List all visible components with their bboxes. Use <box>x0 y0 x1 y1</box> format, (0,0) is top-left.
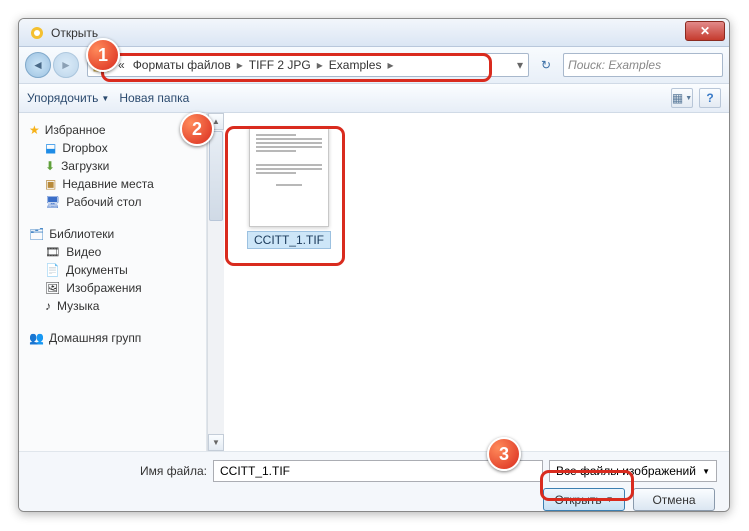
chevron-down-icon: ▼ <box>101 94 109 103</box>
sidebar-favorites[interactable]: ★ Избранное <box>23 121 202 139</box>
sidebar: ★ Избранное ⬓ Dropbox ⬇ Загрузки ▣ Недав… <box>19 113 207 451</box>
document-icon: 📄 <box>45 263 60 277</box>
sidebar-item-documents[interactable]: 📄 Документы <box>23 261 202 279</box>
address-bar[interactable]: « Форматы файлов ▸ TIFF 2 JPG ▸ Examples… <box>87 53 529 77</box>
sidebar-item-music[interactable]: ♪ Музыка <box>23 297 202 315</box>
desktop-icon: 🖥 <box>45 195 60 209</box>
close-icon: ✕ <box>700 24 710 38</box>
titlebar: Открыть ✕ <box>19 19 729 47</box>
toolbar: Упорядочить ▼ Новая папка ▦ ▼ ? <box>19 83 729 113</box>
music-icon: ♪ <box>45 299 51 313</box>
refresh-icon: ↻ <box>541 58 551 72</box>
pictures-icon: 🖼 <box>45 281 60 295</box>
organize-button[interactable]: Упорядочить ▼ <box>27 91 109 105</box>
thumbnails-icon: ▦ <box>672 91 683 105</box>
file-item[interactable]: CCITT_1.TIF <box>234 123 344 253</box>
file-name: CCITT_1.TIF <box>247 231 331 249</box>
search-placeholder: Поиск: Examples <box>568 58 661 72</box>
recent-icon: ▣ <box>45 177 56 191</box>
chevron-down-icon: ▼ <box>606 495 614 504</box>
sidebar-item-desktop[interactable]: 🖥 Рабочий стол <box>23 193 202 211</box>
annotation-badge-2: 2 <box>180 112 214 146</box>
chevron-right-icon: ▸ <box>315 58 325 72</box>
bottom-panel: Имя файла: CCITT_1.TIF Все файлы изображ… <box>19 451 729 511</box>
chevron-down-icon: ▼ <box>702 467 710 476</box>
chevron-down-icon: ▼ <box>685 95 692 102</box>
sidebar-scrollbar[interactable]: ▲ ▼ <box>207 113 224 451</box>
dropbox-icon: ⬓ <box>45 141 56 155</box>
star-icon: ★ <box>29 123 40 137</box>
annotation-badge-3: 3 <box>487 437 521 471</box>
arrow-right-icon: ► <box>60 58 72 72</box>
scroll-down-icon[interactable]: ▼ <box>208 434 224 451</box>
breadcrumb-seg2[interactable]: TIFF 2 JPG <box>245 58 315 72</box>
sidebar-item-pictures[interactable]: 🖼 Изображения <box>23 279 202 297</box>
filetype-select[interactable]: Все файлы изображений ▼ <box>549 460 717 482</box>
downloads-icon: ⬇ <box>45 159 55 173</box>
dialog-window: Открыть ✕ ◄ ► « Форматы файлов ▸ TIFF 2 … <box>18 18 730 512</box>
sidebar-item-dropbox[interactable]: ⬓ Dropbox <box>23 139 202 157</box>
libraries-icon: 🗂 <box>29 227 44 241</box>
video-icon: 🎞 <box>45 245 60 259</box>
open-button[interactable]: Открыть ▼ <box>543 488 625 511</box>
breadcrumb-seg1[interactable]: Форматы файлов <box>129 58 235 72</box>
app-icon <box>29 25 45 41</box>
scrollbar-thumb[interactable] <box>209 131 223 221</box>
navbar: ◄ ► « Форматы файлов ▸ TIFF 2 JPG ▸ Exam… <box>19 47 729 83</box>
search-input[interactable]: Поиск: Examples <box>563 53 723 77</box>
help-button[interactable]: ? <box>699 88 721 108</box>
breadcrumb-seg3[interactable]: Examples <box>325 58 386 72</box>
chevron-right-icon: ▸ <box>385 58 395 72</box>
filename-label: Имя файла: <box>31 464 207 478</box>
sidebar-homegroup[interactable]: 👥 Домашняя групп <box>23 329 202 347</box>
view-mode-button[interactable]: ▦ ▼ <box>671 88 693 108</box>
sidebar-item-recent[interactable]: ▣ Недавние места <box>23 175 202 193</box>
close-button[interactable]: ✕ <box>685 21 725 41</box>
forward-button[interactable]: ► <box>53 52 79 78</box>
sidebar-item-videos[interactable]: 🎞 Видео <box>23 243 202 261</box>
sidebar-item-downloads[interactable]: ⬇ Загрузки <box>23 157 202 175</box>
new-folder-button[interactable]: Новая папка <box>119 91 189 105</box>
address-dropdown[interactable]: ▾ <box>512 58 528 72</box>
file-thumbnail <box>249 127 329 227</box>
chevron-right-icon: ▸ <box>235 58 245 72</box>
cancel-button[interactable]: Отмена <box>633 488 715 511</box>
help-icon: ? <box>706 91 713 105</box>
refresh-button[interactable]: ↻ <box>535 54 557 76</box>
file-list[interactable]: CCITT_1.TIF <box>224 113 729 451</box>
annotation-badge-1: 1 <box>86 38 120 72</box>
dialog-body: ★ Избранное ⬓ Dropbox ⬇ Загрузки ▣ Недав… <box>19 113 729 451</box>
sidebar-libraries[interactable]: 🗂 Библиотеки <box>23 225 202 243</box>
homegroup-icon: 👥 <box>29 331 44 345</box>
window-title: Открыть <box>51 26 98 40</box>
back-button[interactable]: ◄ <box>25 52 51 78</box>
arrow-left-icon: ◄ <box>32 58 44 72</box>
